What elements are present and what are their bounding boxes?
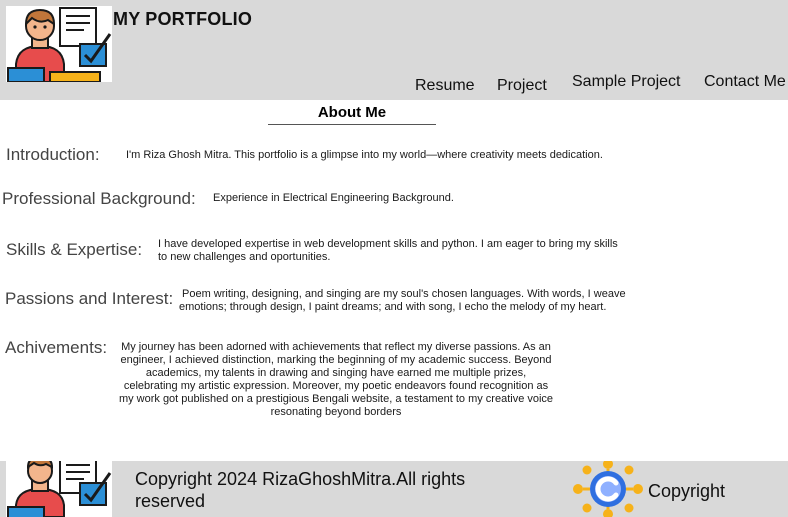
nav-resume-link[interactable]: Resume [415,77,475,95]
achievements-label: Achivements: [5,338,108,357]
nav-project-link[interactable]: Project [497,77,547,95]
introduction-text: I'm Riza Ghosh Mitra. This portfolio is … [126,149,603,161]
achievements-text: My journey has been adorned with achieve… [118,341,554,418]
main-nav: Resume Project Sample Project Contact Me [0,0,788,100]
passions-interest-label: Passions and Interest: [5,289,174,308]
copyright-label: Copyright [648,481,726,501]
site-header: MY PORTFOLIO Resume Project Sample Proje… [0,0,788,100]
about-title-underline [268,124,436,125]
nav-contact-me-link[interactable]: Contact Me [704,73,786,91]
passions-interest-text: Poem writing, designing, and singing are… [179,288,626,313]
skills-expertise-text: I have developed expertise in web develo… [158,238,618,263]
footer-copyright-text: Copyright 2024 RizaGhoshMitra.All rights… [135,469,466,511]
about-title: About Me [317,104,387,121]
developer-at-desk-icon [7,461,112,517]
introduction-label: Introduction: [6,145,100,164]
site-footer: Copyright 2024 RizaGhoshMitra.All rights… [0,461,788,517]
nav-sample-project-link[interactable]: Sample Project [572,73,681,91]
professional-background-label: Professional Background: [2,189,196,208]
copyright-c-icon [572,461,644,517]
professional-background-text: Experience in Electrical Engineering Bac… [213,192,454,204]
portfolio-page: MY PORTFOLIO Resume Project Sample Proje… [0,0,788,517]
footer-logo [6,461,112,517]
skills-expertise-label: Skills & Expertise: [6,240,143,259]
